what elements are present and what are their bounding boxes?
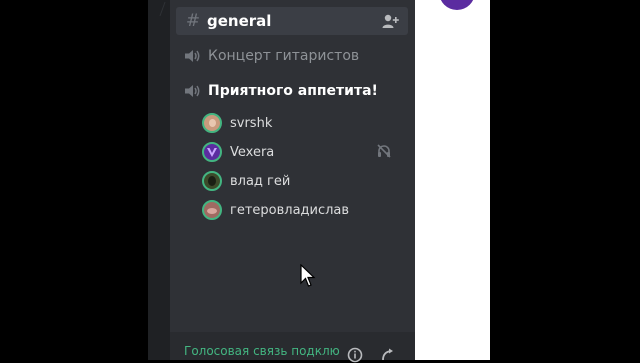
avatar [202, 200, 222, 220]
speaker-icon [185, 85, 200, 97]
avatar [439, 0, 475, 10]
info-icon[interactable] [347, 347, 363, 363]
voice-user-vlad[interactable]: влад гей [202, 167, 402, 195]
voice-channel-name: Концерт гитаристов [208, 48, 360, 64]
add-member-icon[interactable] [382, 13, 400, 29]
server-list [148, 0, 170, 360]
avatar [202, 113, 222, 133]
voice-status-text: Голосовая связь подклю [184, 344, 340, 358]
disconnect-icon[interactable] [380, 347, 396, 363]
channel-list: # general Концерт гитаристов Приятного а… [170, 0, 415, 360]
voice-connection-panel: Голосовая связь подклю [170, 332, 415, 363]
vexera-logo-icon [207, 148, 217, 157]
voice-user-name: Vexera [230, 144, 275, 160]
voice-user-vexera[interactable]: Vexera [202, 138, 402, 166]
voice-user-geterovladislav[interactable]: гетеровладислав [202, 196, 402, 224]
avatar [202, 171, 222, 191]
voice-channel-koncert[interactable]: Концерт гитаристов [176, 42, 408, 70]
avatar [202, 142, 222, 162]
main-content-area [415, 0, 490, 360]
voice-user-name: svrshk [230, 115, 273, 131]
speaker-icon [185, 50, 200, 62]
voice-channel-appetit[interactable]: Приятного аппетита! [176, 77, 408, 105]
voice-user-name: гетеровладислав [230, 202, 350, 218]
channel-general[interactable]: # general [176, 7, 408, 35]
deafened-icon [377, 144, 391, 158]
mouse-cursor-icon [300, 264, 316, 287]
server-divider [149, 2, 166, 16]
voice-user-svrshk[interactable]: svrshk [202, 109, 402, 137]
channel-name: general [207, 12, 272, 30]
voice-user-name: влад гей [230, 173, 291, 189]
hash-icon: # [185, 11, 201, 31]
voice-channel-name: Приятного аппетита! [208, 83, 378, 99]
